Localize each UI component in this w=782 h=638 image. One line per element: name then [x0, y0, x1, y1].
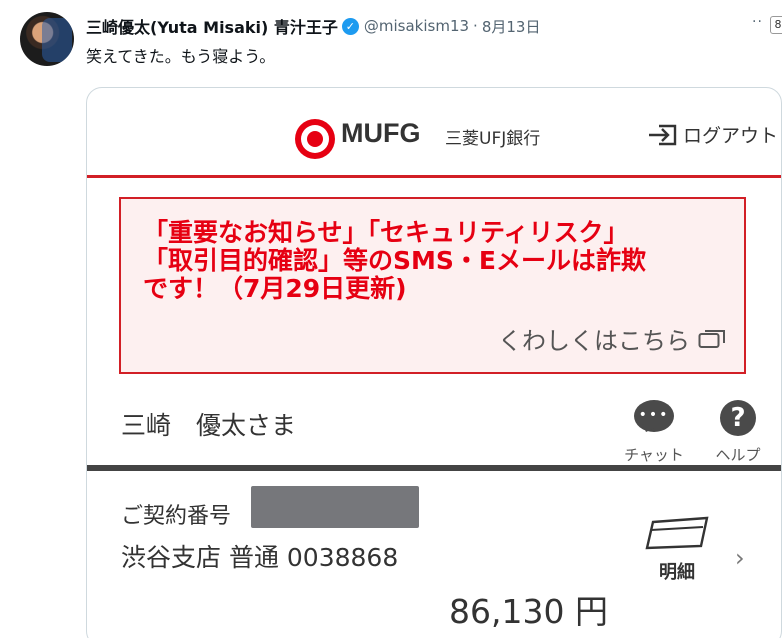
redacted-contract-number	[251, 486, 419, 528]
contract-number-label: ご契約番号	[121, 504, 232, 529]
account-branch-number: 渋谷支店 普通 0038868	[121, 543, 399, 572]
customer-name: 三崎 優太さま	[121, 411, 297, 440]
mufg-logo-icon	[295, 119, 335, 159]
chat-bubble-icon: •••	[634, 400, 674, 432]
logout-button[interactable]: ログアウト	[647, 121, 778, 148]
brand-name: MUFG	[341, 118, 421, 148]
more-options-icon[interactable]: ··	[752, 14, 763, 30]
external-window-icon	[698, 329, 725, 348]
header-divider	[87, 175, 781, 178]
user-handle[interactable]: @misakism13	[364, 17, 469, 35]
question-mark-icon: ?	[720, 400, 756, 436]
tweet-date[interactable]: 8月13日	[482, 16, 541, 37]
notice-line: です！（7月29日更新)	[143, 274, 407, 303]
notice-link-label: くわしくはこちら	[498, 327, 690, 355]
statement-button[interactable]: 明細	[641, 516, 713, 584]
separator: ·	[473, 17, 478, 35]
chevron-right-icon[interactable]: ›	[735, 544, 745, 572]
grok-icon[interactable]: 8	[770, 16, 782, 34]
brand-name-jp: 三菱UFJ銀行	[445, 129, 541, 149]
display-name[interactable]: 三崎優太(Yuta Misaki) 青汁王子	[86, 14, 338, 38]
help-button[interactable]: ? ヘルプ	[703, 400, 773, 465]
logout-label: ログアウト	[683, 125, 779, 147]
verified-badge-icon: ✓	[341, 17, 359, 35]
section-divider	[87, 465, 781, 471]
tweet-media[interactable]: MUFG 三菱UFJ銀行 ログアウト 「重要なお知らせ」「セキュリティリスク」 …	[86, 87, 782, 638]
logout-icon	[649, 124, 677, 145]
notice-details-link[interactable]: くわしくはこちら	[498, 321, 726, 356]
bank-header: MUFG 三菱UFJ銀行 ログアウト	[87, 88, 781, 178]
account-balance: 86,130 円	[449, 592, 608, 631]
notice-line: 「取引目的確認」等のSMS・Eメールは詐欺	[143, 246, 646, 275]
security-notice[interactable]: 「重要なお知らせ」「セキュリティリスク」 「取引目的確認」等のSMS・Eメールは…	[119, 197, 746, 374]
help-label: ヘルプ	[715, 446, 761, 464]
chat-button[interactable]: ••• チャット	[613, 400, 695, 465]
bankbook-icon	[645, 516, 709, 550]
notice-line: 「重要なお知らせ」「セキュリティリスク」	[143, 218, 629, 247]
notice-text: 「重要なお知らせ」「セキュリティリスク」 「取引目的確認」等のSMS・Eメールは…	[143, 219, 733, 303]
tweet-header: 三崎優太(Yuta Misaki) 青汁王子 ✓ @misakism13 · 8…	[86, 14, 540, 38]
avatar[interactable]	[20, 12, 74, 66]
statement-label: 明細	[659, 562, 695, 583]
chat-label: チャット	[624, 446, 684, 464]
tweet-text: 笑えてきた。もう寝よう。	[86, 47, 276, 66]
